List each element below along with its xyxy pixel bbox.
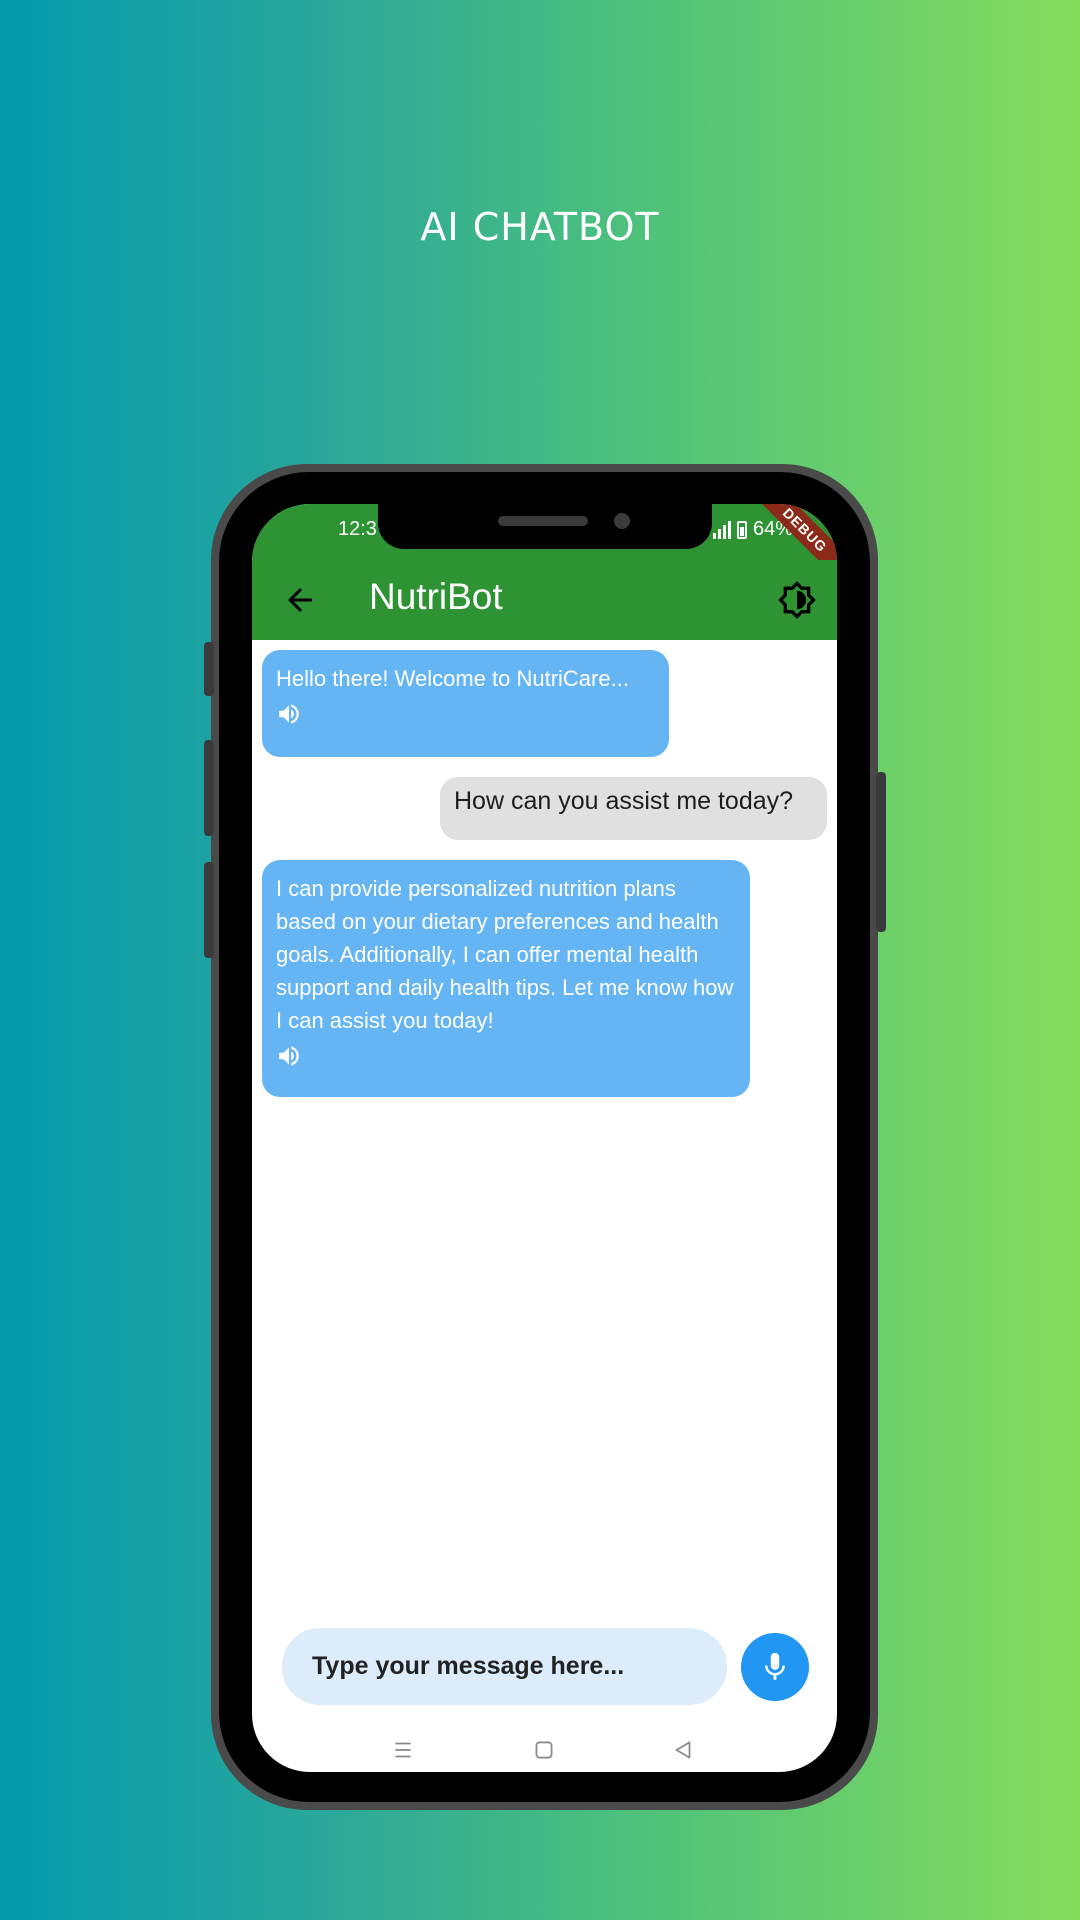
triangle-back-icon[interactable] <box>670 1737 696 1763</box>
system-nav-bar <box>252 1729 837 1772</box>
phone-side-button-volume-down <box>204 862 214 958</box>
message-text: Hello there! Welcome to NutriCare... <box>276 666 629 691</box>
page-title: AI CHATBOT <box>420 205 660 249</box>
menu-icon[interactable] <box>390 1737 416 1763</box>
message-text: I can provide personalized nutrition pla… <box>276 876 734 1033</box>
battery-icon <box>736 520 747 539</box>
microphone-icon <box>765 1652 785 1680</box>
signal-icon <box>712 520 731 539</box>
status-time: 12:3 <box>338 518 377 540</box>
brightness-icon[interactable] <box>777 580 817 620</box>
bot-message: Hello there! Welcome to NutriCare... <box>262 650 669 757</box>
message-input[interactable] <box>282 1628 727 1705</box>
phone-screen: 12:3 64% DEBUG NutriBot Hello there! Wel… <box>252 504 837 1772</box>
bot-message: I can provide personalized nutrition pla… <box>262 860 750 1097</box>
arrow-left-icon[interactable] <box>282 582 318 618</box>
app-bar: NutriBot <box>252 560 837 640</box>
app-title: NutriBot <box>369 576 503 617</box>
camera-notch <box>378 504 712 549</box>
earpiece-speaker <box>498 516 588 526</box>
mic-button[interactable] <box>741 1633 809 1701</box>
front-camera <box>614 513 630 529</box>
user-message: How can you assist me today? <box>440 777 827 840</box>
message-text: How can you assist me today? <box>454 787 794 815</box>
volume-icon[interactable] <box>276 1043 302 1069</box>
phone-side-button-power <box>876 772 886 932</box>
phone-side-button-volume-up <box>204 740 214 836</box>
phone-side-button-mute <box>204 642 214 696</box>
volume-icon[interactable] <box>276 701 302 727</box>
home-icon[interactable] <box>531 1737 557 1763</box>
